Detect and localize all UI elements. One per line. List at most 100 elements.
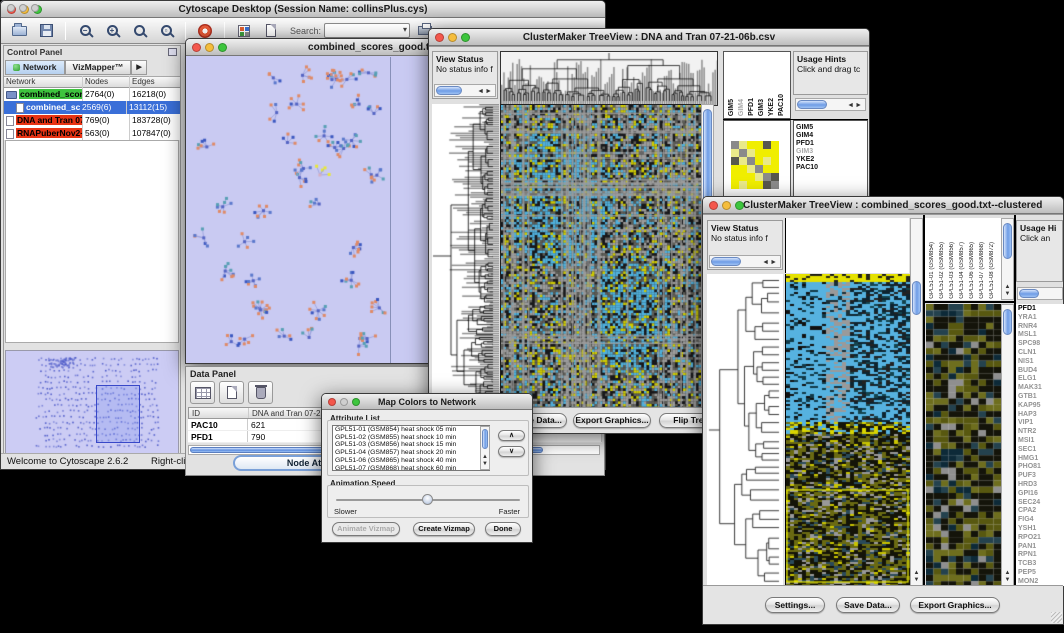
scrollbar-thumb[interactable]	[436, 86, 462, 95]
scroll-arrows[interactable]: ◄►	[477, 87, 493, 96]
maximize-icon[interactable]	[218, 43, 227, 52]
gene-label[interactable]: PAC10	[796, 164, 865, 172]
vertical-scrollbar[interactable]: ▲▼	[480, 426, 490, 470]
close-icon[interactable]	[435, 33, 444, 42]
birdseye-view[interactable]	[5, 350, 179, 454]
gene-label[interactable]: RPO21	[1018, 534, 1064, 543]
minimize-icon[interactable]	[205, 43, 214, 52]
gene-label[interactable]: YRA1	[1018, 314, 1064, 323]
settings-button[interactable]: Settings...	[765, 597, 825, 613]
gene-label[interactable]: HMG1	[1018, 455, 1064, 464]
move-up-button[interactable]: ∧	[498, 430, 525, 441]
gene-label[interactable]: NIS1	[1018, 358, 1064, 367]
gene-label[interactable]: HRD3	[1018, 481, 1064, 490]
gene-label[interactable]: HAP3	[1018, 411, 1064, 420]
vertical-scrollbar[interactable]: ▲▼	[1001, 304, 1014, 586]
gene-label[interactable]: GPI16	[1018, 490, 1064, 499]
scrollbar-thumb[interactable]	[1003, 223, 1012, 259]
gene-label[interactable]: ELG1	[1018, 375, 1064, 384]
gene-label[interactable]: MSL1	[1018, 331, 1064, 340]
scrollbar-thumb[interactable]	[1003, 309, 1012, 335]
scroll-arrows[interactable]: ▲▼	[1002, 284, 1013, 298]
close-icon[interactable]	[328, 398, 336, 406]
create-vizmap-button[interactable]: Create Vizmap	[413, 522, 475, 536]
maximize-icon[interactable]	[31, 4, 39, 12]
close-icon[interactable]	[709, 201, 718, 210]
gene-label[interactable]: PFD1	[796, 140, 865, 148]
tab-vizmapper[interactable]: VizMapper™	[65, 60, 132, 75]
vertical-scrollbar[interactable]: ▲▼	[910, 218, 923, 586]
attribute-item[interactable]: GPL51-01 (GSM854) heat shock 05 min	[333, 426, 489, 434]
scroll-arrows[interactable]: ▲▼	[1002, 570, 1013, 584]
done-button[interactable]: Done	[485, 522, 521, 536]
treeview-combined-titlebar[interactable]: ClusterMaker TreeView : combined_scores_…	[703, 197, 1063, 214]
birdseye-viewport[interactable]	[96, 385, 140, 443]
attribute-item[interactable]: GPL51-07 (GSM868) heat shock 60 min	[333, 465, 489, 471]
col-edges[interactable]: Edges	[130, 76, 180, 88]
gene-label[interactable]: GIM4	[796, 132, 865, 140]
treeview-dna-titlebar[interactable]: ClusterMaker TreeView : DNA and Tran 07-…	[429, 29, 869, 46]
horizontal-scrollbar[interactable]: ◄►	[795, 98, 866, 111]
zoom-out-button[interactable]: −	[73, 21, 97, 41]
scroll-arrows[interactable]: ◄►	[762, 258, 778, 267]
attribute-item[interactable]: GPL51-06 (GSM865) heat shock 40 min	[333, 457, 489, 465]
scrollbar-thumb[interactable]	[797, 100, 827, 109]
scroll-arrows[interactable]: ▲▼	[481, 454, 489, 468]
attribute-item[interactable]: GPL51-02 (GSM855) heat shock 10 min	[333, 434, 489, 442]
horizontal-scrollbar[interactable]: ◄►	[434, 84, 496, 97]
gene-label[interactable]: KAP95	[1018, 402, 1064, 411]
gene-label[interactable]: CPA2	[1018, 507, 1064, 516]
minimize-icon[interactable]	[722, 201, 731, 210]
gene-label[interactable]: SEC24	[1018, 499, 1064, 508]
scroll-arrows[interactable]: ▲▼	[911, 570, 922, 584]
row-dendrogram[interactable]	[432, 104, 499, 408]
gene-label[interactable]: RNR4	[1018, 323, 1064, 332]
column-dendrogram[interactable]	[500, 51, 718, 106]
scrollbar-thumb[interactable]	[711, 257, 741, 266]
scroll-arrows[interactable]: ◄►	[847, 101, 863, 110]
col-network[interactable]: Network	[4, 76, 83, 88]
selection-zoom-heatmap[interactable]	[926, 304, 1001, 586]
gene-label[interactable]: FIG4	[1018, 516, 1064, 525]
attribute-list[interactable]: GPL51-01 (GSM854) heat shock 05 minGPL51…	[332, 425, 490, 471]
horizontal-scrollbar[interactable]: ◄►	[709, 255, 781, 268]
minimize-icon[interactable]	[19, 4, 27, 12]
network-row-selected[interactable]: combined_sco 2569(6) 13112(15)	[4, 101, 180, 114]
row-dendrogram[interactable]	[707, 274, 783, 586]
export-graphics-button[interactable]: Export Graphics...	[573, 413, 651, 428]
zoom-fit-button[interactable]	[127, 21, 151, 41]
float-panel-icon[interactable]	[168, 48, 177, 56]
gene-label[interactable]: GTB1	[1018, 393, 1064, 402]
zoom-region-button[interactable]: ▫	[154, 21, 178, 41]
gene-label[interactable]: RPN1	[1018, 551, 1064, 560]
gene-label[interactable]: VIP1	[1018, 419, 1064, 428]
move-down-button[interactable]: ∨	[498, 446, 525, 457]
minimize-icon[interactable]	[448, 33, 457, 42]
gene-label[interactable]: CLN1	[1018, 349, 1064, 358]
correlation-mini-heatmap[interactable]	[731, 141, 779, 189]
network-row-combined-scores[interactable]: combined_scores 2764(0) 16218(0)	[4, 88, 180, 101]
gene-label[interactable]: MAK31	[1018, 384, 1064, 393]
gene-label[interactable]: YSH1	[1018, 525, 1064, 534]
save-session-button[interactable]	[34, 21, 58, 41]
col-id[interactable]: ID	[189, 408, 249, 418]
maximize-icon[interactable]	[352, 398, 360, 406]
gene-label[interactable]: GIM5	[796, 124, 865, 132]
col-nodes[interactable]: Nodes	[83, 76, 130, 88]
gene-label[interactable]: GIM3	[796, 148, 865, 156]
maximize-icon[interactable]	[461, 33, 470, 42]
select-attributes-button[interactable]	[190, 381, 215, 404]
expression-heatmap[interactable]	[785, 274, 910, 586]
vertical-scrollbar[interactable]: ▲▼	[1001, 218, 1014, 300]
gene-label[interactable]: MSI1	[1018, 437, 1064, 446]
gene-label[interactable]: PUF3	[1018, 472, 1064, 481]
attribute-item[interactable]: GPL51-04 (GSM857) heat shock 20 min	[333, 449, 489, 457]
scrollbar-thumb[interactable]	[482, 429, 488, 449]
tab-network[interactable]: Network	[5, 60, 65, 75]
open-file-button[interactable]	[7, 21, 31, 41]
network-row-dna-tran[interactable]: DNA and Tran 07 769(0) 183728(0)	[4, 114, 180, 127]
scrollbar-thumb[interactable]	[1019, 289, 1039, 298]
horizontal-scrollbar[interactable]	[1017, 287, 1063, 300]
gene-label[interactable]: YKE2	[796, 156, 865, 164]
gene-label[interactable]: PHO81	[1018, 463, 1064, 472]
